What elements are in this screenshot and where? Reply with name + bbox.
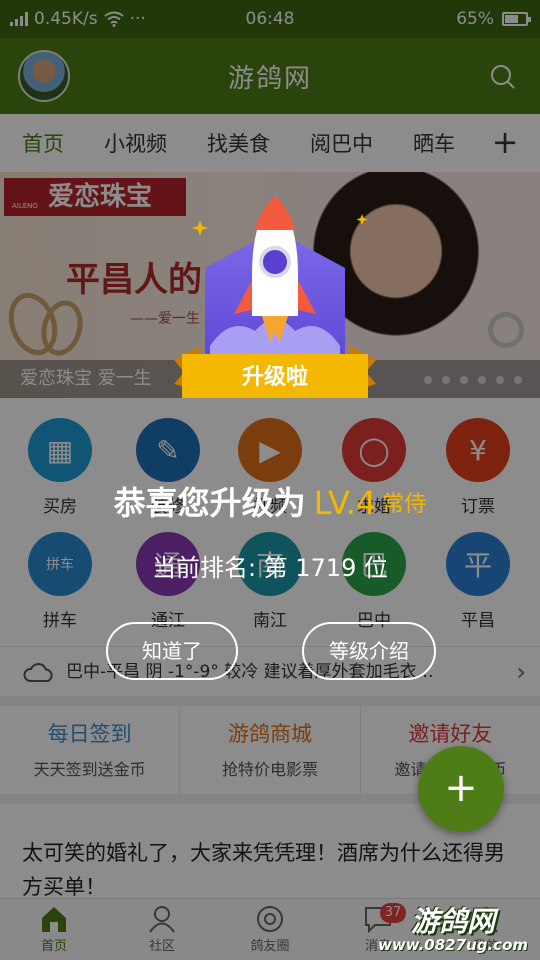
level-info-button[interactable]: 等级介绍 (302, 622, 436, 680)
dismiss-button[interactable]: 知道了 (106, 622, 238, 680)
congrats-text: 恭喜您升级为 (113, 484, 306, 522)
level-up-message: 恭喜您升级为 LV.4 常侍 (0, 478, 540, 524)
watermark-url: www.0827ug.com (378, 936, 528, 954)
level-up-rocket-badge: 升级啦 (174, 196, 376, 398)
badge-label: 升级啦 (242, 364, 308, 390)
level-title: 常侍 (382, 492, 427, 517)
level-value: LV.4 (313, 484, 377, 522)
watermark-title: 游鸽网 (410, 905, 495, 938)
site-watermark: 游鸽网 www.0827ug.com (368, 900, 538, 954)
current-rank: 当前排名: 第 1719 位 (151, 554, 389, 582)
add-post-button[interactable]: + (418, 746, 504, 832)
